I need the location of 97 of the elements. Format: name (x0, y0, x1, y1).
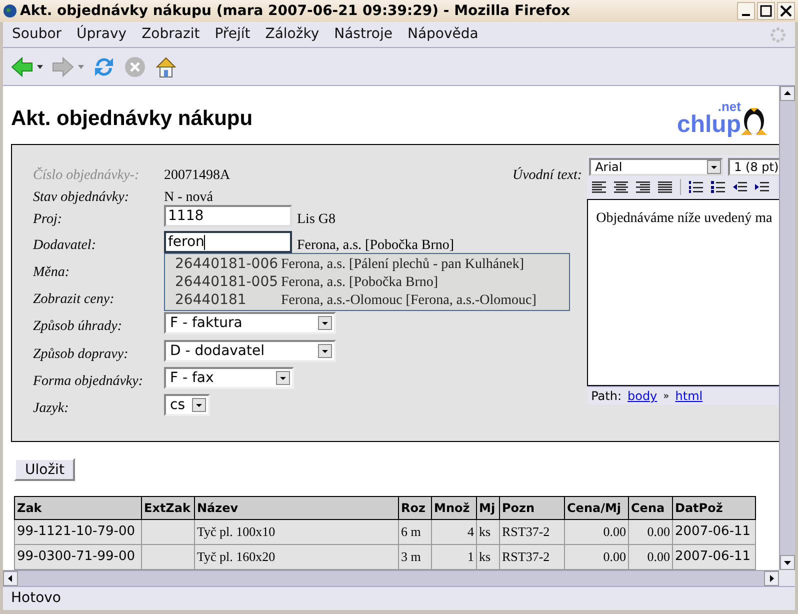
select-field[interactable]: F - fax (164, 367, 294, 389)
column-header: DatPož (672, 496, 756, 520)
column-header: Pozn (500, 496, 564, 520)
size-select[interactable]: 1 (8 pt) (728, 158, 779, 176)
suggestion-item[interactable]: 26440181 Ferona, a.s.-Olomouc [Ferona, a.s.-Olomouc] (165, 291, 569, 309)
align-justify-icon[interactable] (658, 181, 672, 193)
field-note: Lis G8 (297, 211, 336, 229)
table-cell: 1 (432, 544, 476, 570)
table-cell: 0.00 (628, 520, 672, 544)
horizontal-scrollbar[interactable] (3, 570, 779, 586)
scroll-up-icon[interactable] (780, 86, 795, 101)
column-header: Zak (14, 496, 142, 520)
menu-item[interactable]: Přejít (214, 24, 250, 45)
align-center-icon[interactable] (614, 181, 628, 193)
table-cell: 4 (432, 520, 476, 544)
menu-item[interactable]: Nápověda (407, 24, 478, 45)
globe-icon (3, 4, 17, 18)
select-field[interactable]: cs (164, 394, 210, 416)
field-note: Ferona, a.s. [Pobočka Brno] (297, 237, 454, 255)
field-label: Způsob úhrady: (33, 318, 124, 336)
column-header: Název (194, 496, 398, 520)
field-value: N - nová (164, 189, 213, 207)
table-cell: 2007-06-11 (672, 544, 756, 570)
scroll-right-icon[interactable] (764, 571, 779, 586)
table-cell: 0.00 (564, 520, 628, 544)
field-label: Způsob dopravy: (33, 346, 130, 364)
scroll-down-icon[interactable] (780, 555, 795, 570)
align-left-icon[interactable] (592, 181, 606, 193)
suggestion-item[interactable]: 26440181-006 Ferona, a.s. [Pálení plechů - pan Kulhánek] (165, 255, 569, 273)
logo-suffix: .net (718, 100, 741, 113)
indent-icon[interactable] (755, 181, 770, 193)
table-cell: 6 m (398, 520, 432, 544)
back-arrow-icon[interactable] (10, 56, 34, 78)
menu-item[interactable]: Zobrazit (142, 24, 200, 45)
column-header: Cena (628, 496, 672, 520)
table-cell: 0.00 (628, 544, 672, 570)
field-label: Jazyk: (33, 400, 70, 418)
font-select[interactable]: Arial (589, 158, 724, 176)
table-cell: RST37-2 (500, 544, 564, 570)
column-header: Roz (398, 496, 432, 520)
editor-text: Objednáváme níže uvedený ma (596, 211, 772, 226)
table-cell (142, 520, 194, 544)
scroll-left-icon[interactable] (3, 571, 18, 586)
text-input[interactable]: 1118 (164, 205, 292, 227)
window-title: Akt. objednávky nákupu (mara 2007-06-21 09:39:29) - Mozilla Firefox (20, 2, 570, 20)
column-header: Mj (476, 496, 500, 520)
table-cell: Tyč pl. 160x20 (194, 544, 398, 570)
table-cell: 3 m (398, 544, 432, 570)
table-cell: Tyč pl. 100x10 (194, 520, 398, 544)
table-cell: RST37-2 (500, 520, 564, 544)
numbered-list-icon[interactable] (689, 181, 704, 193)
table-cell (142, 544, 194, 570)
throbber-icon (770, 26, 786, 42)
align-right-icon[interactable] (636, 181, 650, 193)
menu-item[interactable]: Nástroje (334, 24, 392, 45)
outdent-icon[interactable] (733, 181, 748, 193)
table-cell: 0.00 (564, 544, 628, 570)
select-field[interactable]: D - dodavatel (164, 340, 336, 362)
close-icon[interactable] (777, 2, 795, 20)
editor-text-area[interactable]: Objednáváme níže uvedený ma (587, 199, 779, 386)
caret-icon[interactable] (37, 64, 43, 68)
home-icon[interactable] (154, 54, 178, 78)
table-cell: 2007-06-11 (672, 520, 756, 544)
field-label: Proj: (33, 211, 64, 229)
column-header: ExtZak (142, 496, 194, 520)
field-label: Zobrazit ceny: (33, 291, 116, 309)
suggestion-item[interactable]: 26440181-005 Ferona, a.s. [Pobočka Brno] (165, 273, 569, 291)
save-button[interactable]: Uložit (14, 458, 76, 481)
column-header: Cena/Mj (564, 496, 628, 520)
field-label: Číslo objednávky-: (33, 166, 140, 185)
page-heading: Akt. objednávky nákupu (11, 106, 253, 132)
field-label: Forma objednávky: (33, 373, 144, 391)
vertical-scrollbar[interactable] (779, 86, 795, 570)
maximize-icon[interactable] (757, 2, 775, 20)
menu-item[interactable]: Soubor (12, 24, 62, 45)
table-cell: ks (476, 520, 500, 544)
table-cell: ks (476, 544, 500, 570)
menu-item[interactable]: Úpravy (76, 24, 127, 45)
path-label: Path: (591, 388, 622, 405)
bullet-list-icon[interactable] (711, 181, 726, 193)
field-label: Úvodní text: (511, 166, 584, 185)
field-label: Stav objednávky: (33, 189, 130, 207)
text-input[interactable]: feron (164, 231, 292, 253)
table-cell: 99-1121-10-79-00 (14, 520, 142, 544)
field-value: 20071498A (164, 167, 230, 185)
logo-text: chlup (677, 113, 741, 137)
path-link[interactable]: html (675, 387, 703, 405)
path-separator: » (663, 390, 670, 404)
column-header: Množ (432, 496, 476, 520)
table-cell: 99-0300-71-99-00 (14, 544, 142, 570)
select-field[interactable]: F - faktura (164, 312, 336, 334)
menu-item[interactable]: Záložky (265, 24, 320, 45)
status-text: Hotovo (11, 589, 61, 608)
minimize-icon[interactable] (737, 2, 755, 20)
field-label: Měna: (33, 264, 71, 282)
field-label: Dodavatel: (33, 237, 97, 255)
path-link[interactable]: body (627, 387, 658, 405)
